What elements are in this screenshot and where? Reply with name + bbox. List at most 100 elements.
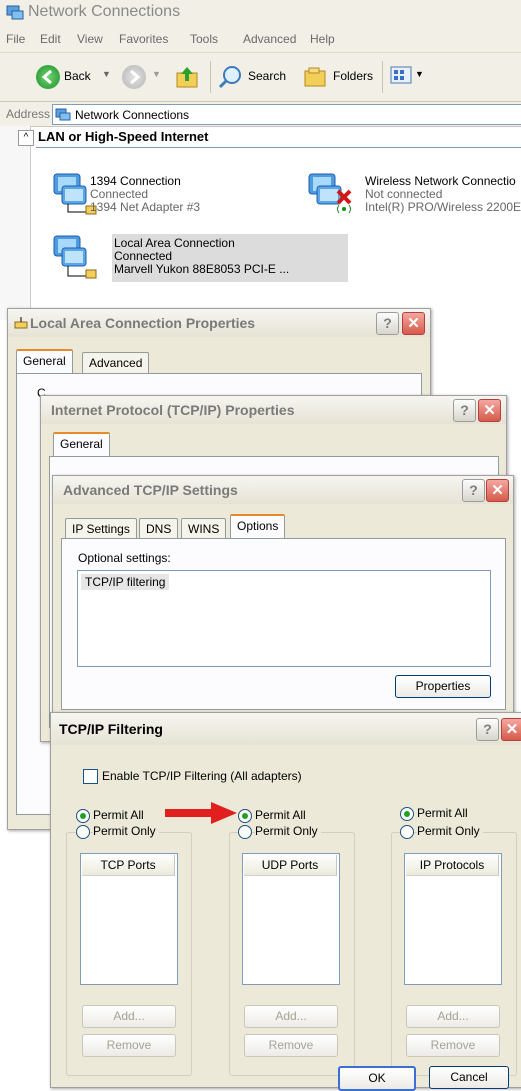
close-icon[interactable]: ✕	[402, 312, 425, 335]
help-icon[interactable]: ?	[476, 718, 499, 741]
ip-permit-all-radio[interactable]	[400, 807, 414, 821]
dialog-titlebar: Advanced TCP/IP Settings ? ✕	[53, 476, 513, 504]
connection-1394[interactable]: 1394 Connection Connected 1394 Net Adapt…	[50, 170, 290, 220]
close-icon[interactable]: ✕	[486, 479, 509, 502]
close-icon[interactable]: ✕	[478, 399, 501, 422]
connection-name: 1394 Connection	[90, 174, 181, 188]
tcp-add-button[interactable]: Add...	[82, 1005, 176, 1028]
udp-permit-all-radio[interactable]	[238, 809, 252, 823]
menu-favorites[interactable]: Favorites	[119, 32, 168, 46]
list-header[interactable]: IP Protocols	[406, 855, 499, 876]
list-header[interactable]: UDP Ports	[244, 855, 337, 876]
connection-device: 1394 Net Adapter #3	[90, 200, 201, 214]
tcp-permit-only-label: Permit Only	[93, 824, 159, 838]
enable-filtering-label: Enable TCP/IP Filtering (All adapters)	[102, 769, 302, 783]
group-header: LAN or High-Speed Internet	[38, 129, 209, 144]
list-item[interactable]: TCP/IP filtering	[81, 574, 170, 590]
help-icon[interactable]: ?	[462, 479, 485, 502]
menu-help[interactable]: Help	[310, 32, 335, 46]
udp-permit-only-label: Permit Only	[255, 824, 321, 838]
connection-wireless[interactable]: Wireless Network Connectio Not connected…	[305, 170, 521, 220]
ok-button[interactable]: OK	[338, 1066, 416, 1091]
udp-remove-button[interactable]: Remove	[244, 1034, 338, 1057]
network-connections-icon	[55, 108, 71, 121]
dialog-titlebar: Internet Protocol (TCP/IP) Properties ? …	[41, 396, 506, 424]
menu-edit[interactable]: Edit	[40, 32, 61, 46]
window-title: Network Connections	[28, 3, 181, 20]
computer-network-icon	[53, 235, 97, 279]
tcp-permit-all-label: Permit All	[93, 808, 144, 822]
tcp-ports-list[interactable]: TCP Ports	[80, 853, 178, 985]
back-dropdown-icon[interactable]: ▼	[102, 69, 111, 79]
udp-permit-all-label: Permit All	[255, 808, 306, 822]
tcp-permit-only-radio[interactable]	[76, 825, 90, 839]
udp-add-button[interactable]: Add...	[244, 1005, 338, 1028]
forward-dropdown-icon[interactable]: ▼	[152, 69, 161, 79]
connection-name: Wireless Network Connectio	[365, 174, 516, 188]
connection-name: Local Area Connection	[114, 236, 235, 250]
search-button[interactable]: Search	[248, 69, 286, 83]
search-icon[interactable]	[218, 65, 244, 89]
tcpip-filtering-dialog: TCP/IP Filtering ? ✕ Enable TCP/IP Filte…	[50, 712, 521, 1091]
udp-permit-only-radio[interactable]	[238, 825, 252, 839]
tcp-permit-all-radio[interactable]	[76, 809, 90, 823]
help-icon[interactable]: ?	[453, 399, 476, 422]
views-dropdown-icon[interactable]: ▼	[415, 69, 424, 79]
connection-status: Not connected	[365, 187, 443, 201]
collapse-icon[interactable]: ^	[18, 130, 34, 146]
ip-remove-button[interactable]: Remove	[406, 1034, 500, 1057]
ip-permit-only-label: Permit Only	[417, 824, 483, 838]
menu-tools[interactable]: Tools	[190, 32, 218, 46]
udp-ports-list[interactable]: UDP Ports	[242, 853, 340, 985]
menu-view[interactable]: View	[77, 32, 103, 46]
connection-device: Intel(R) PRO/Wireless 2200E	[365, 200, 521, 214]
dialog-title: TCP/IP Filtering	[59, 721, 163, 737]
tab-options[interactable]: Options	[230, 514, 286, 539]
properties-button[interactable]: Properties	[395, 675, 491, 698]
tab-dns[interactable]: DNS	[139, 518, 179, 539]
dialog-titlebar: Local Area Connection Properties ? ✕	[8, 309, 430, 337]
explorer-titlebar: Network Connections	[0, 0, 521, 27]
dialog-titlebar: TCP/IP Filtering ? ✕	[51, 713, 521, 745]
address-input[interactable]: Network Connections	[52, 104, 521, 125]
list-header[interactable]: TCP Ports	[82, 855, 175, 876]
ip-protocols-list[interactable]: IP Protocols	[404, 853, 502, 985]
enable-filtering-checkbox[interactable]	[83, 769, 98, 784]
tab-advanced[interactable]: Advanced	[82, 352, 150, 373]
lan-adapter-icon	[14, 317, 28, 329]
toolbar: Back ▼ ▼ Search Folders ▼	[0, 53, 521, 102]
optional-settings-label: Optional settings:	[78, 551, 171, 565]
options-panel: Optional settings: TCP/IP filtering Prop…	[61, 538, 506, 710]
up-folder-icon[interactable]	[175, 65, 201, 89]
menu-bar: File Edit View Favorites Tools Advanced …	[0, 26, 521, 53]
back-icon[interactable]	[36, 65, 60, 89]
forward-icon[interactable]	[122, 65, 146, 89]
connection-status: Connected	[90, 187, 149, 201]
optional-settings-list[interactable]: TCP/IP filtering	[77, 570, 491, 667]
back-button[interactable]: Back	[64, 69, 91, 83]
ip-permit-only-radio[interactable]	[400, 825, 414, 839]
folders-button[interactable]: Folders	[333, 69, 373, 83]
tcp-remove-button[interactable]: Remove	[82, 1034, 176, 1057]
help-icon[interactable]: ?	[376, 312, 399, 335]
menu-advanced[interactable]: Advanced	[243, 32, 296, 46]
red-arrow-annotation	[165, 802, 237, 824]
tab-general[interactable]: General	[16, 349, 73, 374]
tab-ip-settings[interactable]: IP Settings	[65, 518, 137, 539]
dialog-title: Advanced TCP/IP Settings	[63, 482, 238, 498]
ip-permit-all-label: Permit All	[417, 806, 468, 820]
dialog-title: Internet Protocol (TCP/IP) Properties	[51, 402, 295, 418]
folders-icon[interactable]	[303, 65, 329, 89]
menu-file[interactable]: File	[6, 32, 25, 46]
connection-device: Marvell Yukon 88E8053 PCI-E ...	[114, 262, 290, 276]
views-icon[interactable]	[390, 65, 414, 87]
left-pane	[0, 126, 31, 320]
dialog-title: Local Area Connection Properties	[30, 315, 256, 331]
address-bar: Address Network Connections	[0, 102, 521, 127]
ip-add-button[interactable]: Add...	[406, 1005, 500, 1028]
tab-general[interactable]: General	[53, 432, 110, 457]
group-divider	[36, 147, 521, 148]
tab-wins[interactable]: WINS	[181, 518, 227, 539]
connection-local-area[interactable]: Local Area Connection Connected Marvell …	[50, 232, 348, 284]
close-icon[interactable]: ✕	[501, 718, 521, 741]
